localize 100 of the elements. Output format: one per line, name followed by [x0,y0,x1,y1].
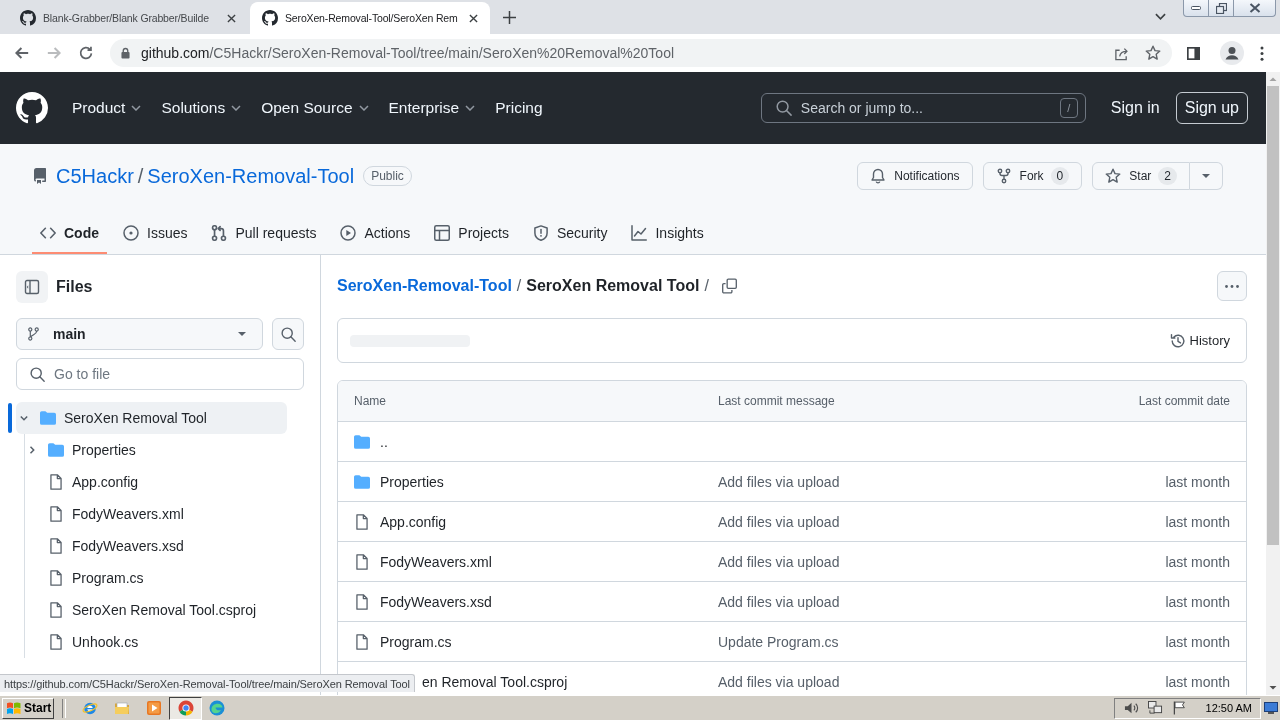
repo-name-link[interactable]: SeroXen-Removal-Tool [147,164,355,188]
file-name-link[interactable]: Properties [380,473,444,490]
owner-link[interactable]: C5Hackr [56,164,134,188]
close-tab-icon[interactable] [469,13,478,23]
fork-icon [995,168,1012,184]
fork-button[interactable]: Fork 0 [982,162,1083,190]
network-icon[interactable] [1147,701,1163,715]
url-text: github.com/C5Hackr/SeroXen-Removal-Tool/tree/main/SeroXen%20Removal%20Tool [141,45,675,61]
media-play-icon[interactable] [146,700,162,716]
file-name-link[interactable]: App.config [380,513,447,530]
commit-date: last month [1165,673,1230,690]
commit-message-link[interactable]: Add files via upload [718,593,840,610]
folder-icon [354,474,370,489]
file-name-link[interactable]: en Removal Tool.csproj [422,673,568,690]
history-clock-icon [1169,332,1186,349]
repo-tab[interactable]: Actions [332,214,419,254]
file-name-link[interactable]: Program.cs [380,633,452,650]
file-name-link[interactable]: .. [380,433,388,450]
commit-date: last month [1165,633,1230,650]
browser-tab[interactable]: SeroXen-Removal-Tool/SeroXen Rem [250,2,490,34]
tree-item[interactable]: Properties [16,434,287,466]
branch-select-button[interactable]: main [16,318,263,350]
sign-up-button[interactable]: Sign up [1175,92,1248,124]
repo-tab[interactable]: Security [524,214,616,254]
avatar-icon[interactable] [1220,41,1244,65]
plus-icon[interactable] [503,11,516,24]
star-button[interactable]: Star 2 [1092,162,1190,190]
file-name-link[interactable]: FodyWeavers.xml [380,553,492,570]
share-icon[interactable] [1114,45,1129,61]
tree-item[interactable]: App.config [16,466,287,498]
side-panel-icon[interactable] [1187,46,1200,60]
chevron-down-icon[interactable] [1155,13,1166,20]
repo-tab[interactable]: Issues [115,214,196,254]
nav-menu-item[interactable]: Product [72,99,142,117]
copy-icon[interactable] [721,278,737,294]
tree-item[interactable]: SeroXen Removal Tool.csproj [16,594,287,626]
back-arrow-icon[interactable] [15,47,29,59]
commit-message-link[interactable]: Add files via upload [718,513,840,530]
sign-in-link[interactable]: Sign in [1110,99,1160,117]
commit-date: last month [1165,593,1230,610]
cat-logo-icon[interactable] [16,92,48,124]
chevron-right-icon[interactable] [28,446,36,454]
nav-menu-item[interactable]: Enterprise [388,99,476,117]
notifications-button[interactable]: Notifications [857,162,973,190]
collapse-sidebar-button[interactable] [16,271,48,303]
repo-tab[interactable]: Projects [426,214,517,254]
search-button[interactable] [272,318,304,350]
start-button[interactable]: Start [2,697,54,719]
nav-menu-item[interactable]: Pricing [495,99,543,117]
commit-message-link[interactable]: Update Program.cs [718,633,839,650]
commit-message-link[interactable]: Add files via upload [718,473,840,490]
minimize-button[interactable] [1183,0,1209,17]
show-desktop-icon[interactable] [1264,701,1278,715]
tree-item[interactable]: Program.cs [16,562,287,594]
taskbar-button[interactable] [169,696,202,720]
commit-message-link[interactable]: Add files via upload [718,673,840,690]
bookmark-star-icon[interactable] [1145,45,1161,61]
more-vertical-icon[interactable] [1260,45,1264,61]
file-icon [356,633,368,650]
star-icon [1105,168,1122,184]
side-panel-icon [24,279,40,295]
nav-menu-item[interactable]: Open Source [261,99,369,117]
file-name-link[interactable]: FodyWeavers.xsd [380,593,492,610]
restore-icon [1215,2,1227,14]
file-icon [50,602,62,618]
tree-item[interactable]: Unhook.cs [16,626,287,658]
commit-date: last month [1165,473,1230,490]
star-menu-button[interactable] [1190,162,1223,190]
address-bar[interactable]: github.com/C5Hackr/SeroXen-Removal-Tool/tree/main/SeroXen%20Removal%20Tool [110,39,1172,67]
history-button[interactable]: History [1161,326,1238,355]
browser-tab[interactable]: Blank-Grabber/Blank Grabber/Builde [8,2,248,34]
chevron-down-icon[interactable] [20,414,28,422]
branch-icon [28,327,39,341]
speaker-icon[interactable] [1123,701,1139,715]
go-to-file-field[interactable]: Go to file [16,358,304,390]
nav-menu-item[interactable]: Solutions [161,99,242,117]
breadcrumb-link[interactable]: SeroXen-Removal-Tool [337,277,512,295]
shortcut-key: / [1059,98,1078,118]
shield-icon [532,225,549,241]
table-icon [434,225,451,241]
repo-tab[interactable]: Pull requests [203,214,325,254]
window-close-button[interactable] [1234,0,1276,17]
flag-icon[interactable] [1171,701,1187,715]
path-separator: / [137,164,144,188]
file-icon [356,593,368,610]
tree-item[interactable]: FodyWeavers.xml [16,498,287,530]
minimize-icon [1191,6,1201,10]
search-field[interactable]: Search or jump to... / [760,93,1086,123]
globe-orbit-icon[interactable] [82,700,98,716]
repo-tab[interactable]: Insights [623,214,712,254]
path-separator: / [704,277,709,295]
folder-icon [48,443,64,457]
restore-button[interactable] [1209,0,1234,17]
close-tab-icon[interactable] [227,13,236,23]
repo-tab[interactable]: Code [32,214,107,254]
scrollbar-thumb[interactable] [1267,86,1279,545]
tree-item[interactable]: SeroXen Removal Tool [16,402,287,434]
tree-item[interactable]: FodyWeavers.xsd [16,530,287,562]
commit-message-link[interactable]: Add files via upload [718,553,840,570]
reload-icon[interactable] [79,46,93,60]
